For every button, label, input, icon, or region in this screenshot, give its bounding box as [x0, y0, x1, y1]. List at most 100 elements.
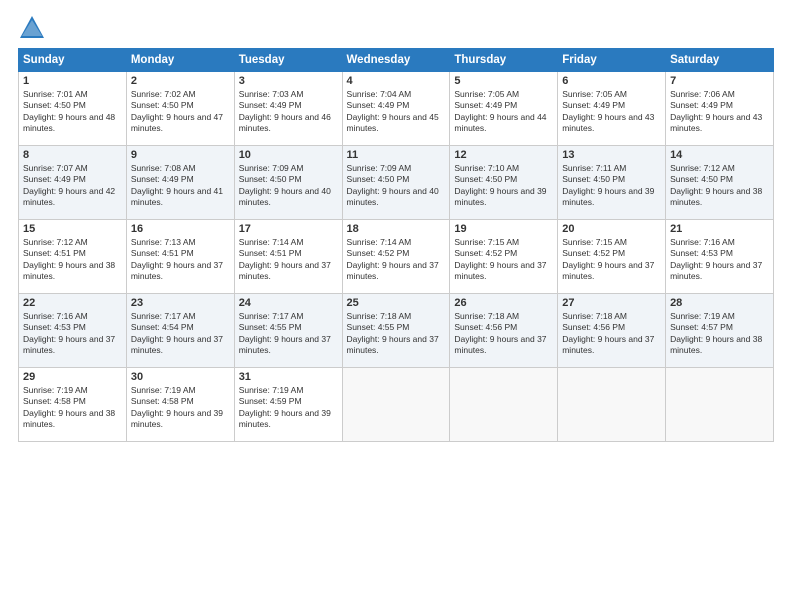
day-number: 25: [347, 297, 446, 309]
cell-content: Sunrise: 7:06 AMSunset: 4:49 PMDaylight:…: [670, 89, 769, 135]
calendar-cell: 26 Sunrise: 7:18 AMSunset: 4:56 PMDayligh…: [450, 294, 558, 368]
day-number: 9: [131, 149, 230, 161]
calendar-cell: 7 Sunrise: 7:06 AMSunset: 4:49 PMDaylight…: [666, 72, 774, 146]
header-day: Wednesday: [342, 49, 450, 72]
calendar-cell: 11 Sunrise: 7:09 AMSunset: 4:50 PMDayligh…: [342, 146, 450, 220]
day-number: 27: [562, 297, 661, 309]
day-number: 31: [239, 371, 338, 383]
calendar-cell: 6 Sunrise: 7:05 AMSunset: 4:49 PMDaylight…: [558, 72, 666, 146]
day-number: 21: [670, 223, 769, 235]
day-number: 28: [670, 297, 769, 309]
calendar-cell: 27 Sunrise: 7:18 AMSunset: 4:56 PMDayligh…: [558, 294, 666, 368]
cell-content: Sunrise: 7:12 AMSunset: 4:51 PMDaylight:…: [23, 237, 122, 283]
logo-icon: [18, 14, 46, 42]
day-number: 17: [239, 223, 338, 235]
calendar-body: 1 Sunrise: 7:01 AMSunset: 4:50 PMDaylight…: [19, 72, 774, 442]
day-number: 20: [562, 223, 661, 235]
calendar-cell: 5 Sunrise: 7:05 AMSunset: 4:49 PMDaylight…: [450, 72, 558, 146]
logo: [18, 14, 50, 42]
calendar-cell: 8Sunrise: 7:07 AMSunset: 4:49 PMDaylight…: [19, 146, 127, 220]
calendar-cell: 10 Sunrise: 7:09 AMSunset: 4:50 PMDayligh…: [234, 146, 342, 220]
calendar-week-row: 22 Sunrise: 7:16 AMSunset: 4:53 PMDayligh…: [19, 294, 774, 368]
calendar-cell: 16Sunrise: 7:13 AMSunset: 4:51 PMDayligh…: [126, 220, 234, 294]
calendar-header: SundayMondayTuesdayWednesdayThursdayFrid…: [19, 49, 774, 72]
calendar-cell: 25 Sunrise: 7:18 AMSunset: 4:55 PMDayligh…: [342, 294, 450, 368]
cell-content: Sunrise: 7:18 AMSunset: 4:56 PMDaylight:…: [454, 311, 553, 357]
cell-content: Sunrise: 7:10 AMSunset: 4:50 PMDaylight:…: [454, 163, 553, 209]
calendar-cell: 30Sunrise: 7:19 AMSunset: 4:58 PMDayligh…: [126, 368, 234, 442]
calendar-cell: 4Sunrise: 7:04 AMSunset: 4:49 PMDaylight…: [342, 72, 450, 146]
header-day: Tuesday: [234, 49, 342, 72]
day-number: 7: [670, 75, 769, 87]
calendar-cell: 23Sunrise: 7:17 AMSunset: 4:54 PMDayligh…: [126, 294, 234, 368]
cell-content: Sunrise: 7:14 AMSunset: 4:51 PMDaylight:…: [239, 237, 338, 283]
cell-content: Sunrise: 7:15 AMSunset: 4:52 PMDaylight:…: [562, 237, 661, 283]
cell-content: Sunrise: 7:17 AMSunset: 4:55 PMDaylight:…: [239, 311, 338, 357]
calendar-cell: 28 Sunrise: 7:19 AMSunset: 4:57 PMDayligh…: [666, 294, 774, 368]
calendar-cell: 20 Sunrise: 7:15 AMSunset: 4:52 PMDayligh…: [558, 220, 666, 294]
day-number: 6: [562, 75, 661, 87]
calendar-table: SundayMondayTuesdayWednesdayThursdayFrid…: [18, 48, 774, 442]
cell-content: Sunrise: 7:05 AMSunset: 4:49 PMDaylight:…: [454, 89, 553, 135]
header: [18, 10, 774, 42]
calendar-cell: 19 Sunrise: 7:15 AMSunset: 4:52 PMDayligh…: [450, 220, 558, 294]
calendar-cell: 29 Sunrise: 7:19 AMSunset: 4:58 PMDayligh…: [19, 368, 127, 442]
cell-content: Sunrise: 7:14 AMSunset: 4:52 PMDaylight:…: [347, 237, 446, 283]
header-day: Saturday: [666, 49, 774, 72]
calendar-cell: 12 Sunrise: 7:10 AMSunset: 4:50 PMDayligh…: [450, 146, 558, 220]
day-number: 3: [239, 75, 338, 87]
calendar-week-row: 15 Sunrise: 7:12 AMSunset: 4:51 PMDayligh…: [19, 220, 774, 294]
calendar-cell: [666, 368, 774, 442]
day-number: 11: [347, 149, 446, 161]
cell-content: Sunrise: 7:18 AMSunset: 4:55 PMDaylight:…: [347, 311, 446, 357]
header-day: Friday: [558, 49, 666, 72]
cell-content: Sunrise: 7:01 AMSunset: 4:50 PMDaylight:…: [23, 89, 122, 135]
calendar-week-row: 8Sunrise: 7:07 AMSunset: 4:49 PMDaylight…: [19, 146, 774, 220]
cell-content: Sunrise: 7:07 AMSunset: 4:49 PMDaylight:…: [23, 163, 122, 209]
cell-content: Sunrise: 7:05 AMSunset: 4:49 PMDaylight:…: [562, 89, 661, 135]
calendar-cell: 15 Sunrise: 7:12 AMSunset: 4:51 PMDayligh…: [19, 220, 127, 294]
calendar-page: SundayMondayTuesdayWednesdayThursdayFrid…: [0, 0, 792, 612]
calendar-cell: 17 Sunrise: 7:14 AMSunset: 4:51 PMDayligh…: [234, 220, 342, 294]
day-number: 22: [23, 297, 122, 309]
calendar-cell: [342, 368, 450, 442]
header-row: SundayMondayTuesdayWednesdayThursdayFrid…: [19, 49, 774, 72]
calendar-cell: 22 Sunrise: 7:16 AMSunset: 4:53 PMDayligh…: [19, 294, 127, 368]
cell-content: Sunrise: 7:19 AMSunset: 4:58 PMDaylight:…: [23, 385, 122, 431]
cell-content: Sunrise: 7:19 AMSunset: 4:57 PMDaylight:…: [670, 311, 769, 357]
day-number: 10: [239, 149, 338, 161]
cell-content: Sunrise: 7:18 AMSunset: 4:56 PMDaylight:…: [562, 311, 661, 357]
cell-content: Sunrise: 7:16 AMSunset: 4:53 PMDaylight:…: [23, 311, 122, 357]
calendar-cell: 18Sunrise: 7:14 AMSunset: 4:52 PMDayligh…: [342, 220, 450, 294]
day-number: 26: [454, 297, 553, 309]
cell-content: Sunrise: 7:03 AMSunset: 4:49 PMDaylight:…: [239, 89, 338, 135]
calendar-cell: 1 Sunrise: 7:01 AMSunset: 4:50 PMDaylight…: [19, 72, 127, 146]
day-number: 12: [454, 149, 553, 161]
day-number: 5: [454, 75, 553, 87]
calendar-cell: 14 Sunrise: 7:12 AMSunset: 4:50 PMDayligh…: [666, 146, 774, 220]
day-number: 4: [347, 75, 446, 87]
day-number: 15: [23, 223, 122, 235]
day-number: 30: [131, 371, 230, 383]
cell-content: Sunrise: 7:09 AMSunset: 4:50 PMDaylight:…: [347, 163, 446, 209]
day-number: 19: [454, 223, 553, 235]
calendar-cell: 21 Sunrise: 7:16 AMSunset: 4:53 PMDayligh…: [666, 220, 774, 294]
cell-content: Sunrise: 7:12 AMSunset: 4:50 PMDaylight:…: [670, 163, 769, 209]
cell-content: Sunrise: 7:02 AMSunset: 4:50 PMDaylight:…: [131, 89, 230, 135]
calendar-cell: 2Sunrise: 7:02 AMSunset: 4:50 PMDaylight…: [126, 72, 234, 146]
day-number: 24: [239, 297, 338, 309]
header-day: Sunday: [19, 49, 127, 72]
day-number: 14: [670, 149, 769, 161]
cell-content: Sunrise: 7:15 AMSunset: 4:52 PMDaylight:…: [454, 237, 553, 283]
calendar-week-row: 29 Sunrise: 7:19 AMSunset: 4:58 PMDayligh…: [19, 368, 774, 442]
header-day: Monday: [126, 49, 234, 72]
cell-content: Sunrise: 7:17 AMSunset: 4:54 PMDaylight:…: [131, 311, 230, 357]
calendar-cell: [450, 368, 558, 442]
day-number: 1: [23, 75, 122, 87]
cell-content: Sunrise: 7:08 AMSunset: 4:49 PMDaylight:…: [131, 163, 230, 209]
cell-content: Sunrise: 7:16 AMSunset: 4:53 PMDaylight:…: [670, 237, 769, 283]
day-number: 29: [23, 371, 122, 383]
calendar-week-row: 1 Sunrise: 7:01 AMSunset: 4:50 PMDaylight…: [19, 72, 774, 146]
cell-content: Sunrise: 7:09 AMSunset: 4:50 PMDaylight:…: [239, 163, 338, 209]
day-number: 16: [131, 223, 230, 235]
